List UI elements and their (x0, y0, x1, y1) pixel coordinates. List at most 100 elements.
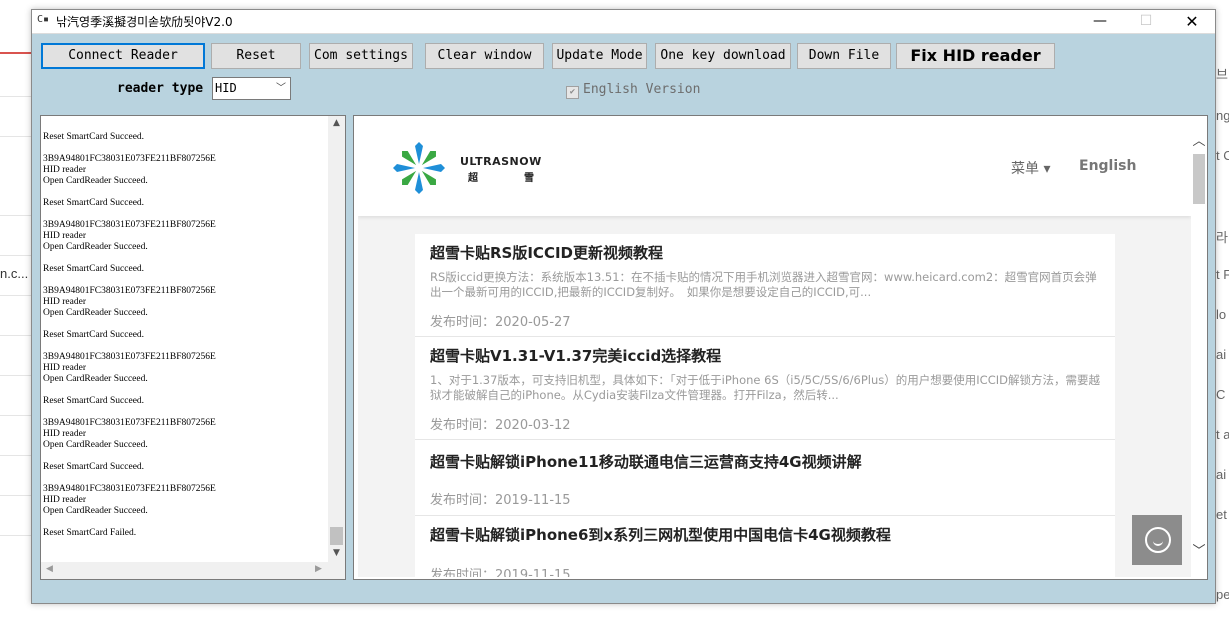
reader-type-label: reader type (117, 81, 204, 96)
background-right-column: 브 ng t C 라 t F lo ai C t a ai et pe (1216, 0, 1229, 617)
reader-type-value: HID (215, 81, 237, 95)
chevron-up-icon[interactable]: ︿ (1191, 130, 1207, 149)
background-divider (0, 255, 32, 256)
log-spacer (43, 341, 323, 352)
background-right-item: ai (1216, 347, 1227, 362)
log-line: HID reader (43, 429, 86, 439)
clear-window-button[interactable]: Clear window (425, 43, 544, 69)
scroll-left-icon[interactable]: ◀ (46, 564, 53, 574)
scroll-up-icon[interactable]: ▲ (328, 118, 345, 128)
background-divider (0, 535, 32, 536)
one-key-download-button[interactable]: One key download (655, 43, 791, 69)
article-title[interactable]: 超雪卡贴解锁iPhone11移动联通电信三运营商支持4G视频讲解 (430, 451, 862, 472)
web-vertical-scrollbar[interactable]: ︿ ﹀ (1191, 120, 1207, 577)
menu-dropdown[interactable]: 菜单 ▾ (1011, 158, 1050, 178)
reader-type-select[interactable]: HID ﹀ (212, 77, 291, 100)
log-line: HID reader (43, 231, 86, 241)
article-date: 发布时间：2019-11-15 (430, 568, 571, 577)
log-line: Reset SmartCard Succeed. (43, 396, 145, 406)
background-divider (0, 495, 32, 496)
web-scroll-thumb[interactable] (1193, 154, 1205, 204)
article-date: 发布时间：2020-03-12 (430, 418, 571, 433)
site-header: ULTRASNOW 超雪 菜单 ▾ English (358, 120, 1191, 216)
embedded-web-view[interactable]: ULTRASNOW 超雪 菜单 ▾ English 超雪卡贴RS版ICCID更新… (353, 115, 1208, 580)
window-title: 낚汽영季溪擬경미솓欤劤됫야V2.0 (56, 15, 233, 29)
article-item[interactable]: 超雪卡贴解锁iPhone11移动联通电信三运营商支持4G视频讲解 发布时间：20… (415, 440, 1115, 516)
background-accent-line (0, 52, 32, 54)
language-link[interactable]: English (1079, 158, 1136, 174)
background-right-item: lo (1216, 307, 1227, 322)
background-right-item: 라 (1216, 230, 1228, 245)
log-output[interactable]: Reset SmartCard Succeed. 3B9A94801FC38031… (40, 115, 346, 580)
log-spacer (43, 209, 323, 220)
scroll-right-icon[interactable]: ▶ (315, 564, 322, 574)
english-version-checkbox[interactable]: ✔ (566, 86, 579, 99)
article-title[interactable]: 超雪卡贴解锁iPhone6到x系列三网机型使用中国电信卡4G视频教程 (430, 524, 891, 545)
log-line: HID reader (43, 165, 86, 175)
log-line: Reset SmartCard Succeed. (43, 132, 145, 142)
english-version-toggle[interactable]: ✔ English Version (566, 82, 700, 99)
background-right-item: C (1216, 387, 1226, 402)
article-title[interactable]: 超雪卡贴RS版ICCID更新视频教程 (430, 242, 663, 263)
background-divider (0, 295, 32, 296)
background-divider (0, 375, 32, 376)
article-item[interactable]: 超雪卡贴RS版ICCID更新视频教程 RS版iccid更换方法：系统版本13.5… (415, 234, 1115, 337)
log-line: 3B9A94801FC38031E073FE211BF807256E (43, 220, 216, 230)
background-right-item: t C (1216, 148, 1229, 163)
close-button[interactable]: ✕ (1170, 10, 1214, 33)
article-summary: RS版iccid更换方法：系统版本13.51：在不插卡贴的情况下用手机浏览器进入… (430, 270, 1097, 299)
log-line: Reset SmartCard Succeed. (43, 462, 145, 472)
log-spacer (43, 143, 323, 154)
log-line: 3B9A94801FC38031E073FE211BF807256E (43, 418, 216, 428)
log-line: 3B9A94801FC38031E073FE211BF807256E (43, 154, 216, 164)
maximize-button[interactable]: ☐ (1124, 10, 1168, 33)
reset-button[interactable]: Reset (211, 43, 301, 69)
background-left-text: n.c... (0, 266, 29, 281)
com-settings-button[interactable]: Com settings (309, 43, 413, 69)
chat-smile-icon (1145, 527, 1171, 553)
background-divider (0, 136, 32, 137)
log-line: Open CardReader Succeed. (43, 374, 148, 384)
article-item[interactable]: 超雪卡贴解锁iPhone6到x系列三网机型使用中国电信卡4G视频教程 发布时间：… (415, 516, 1115, 577)
minimize-button[interactable]: — (1078, 10, 1122, 33)
log-line: Open CardReader Succeed. (43, 308, 148, 318)
snowflake-logo-icon (393, 142, 445, 194)
log-line: 3B9A94801FC38031E073FE211BF807256E (43, 352, 216, 362)
log-line: Reset SmartCard Succeed. (43, 198, 145, 208)
log-line: 3B9A94801FC38031E073FE211BF807256E (43, 484, 216, 494)
chat-button[interactable] (1132, 515, 1182, 565)
log-spacer (43, 187, 323, 198)
log-spacer (43, 473, 323, 484)
chevron-down-icon[interactable]: ﹀ (1191, 540, 1207, 559)
fix-hid-reader-button[interactable]: Fix HID reader (896, 43, 1055, 69)
log-line: HID reader (43, 495, 86, 505)
log-spacer (43, 319, 323, 330)
article-item[interactable]: 超雪卡贴V1.31-V1.37完美iccid选择教程 1、对于1.37版本，可支… (415, 337, 1115, 440)
update-mode-button[interactable]: Update Mode (552, 43, 647, 69)
background-right-item: et (1216, 507, 1227, 522)
title-bar[interactable]: C▪ 낚汽영季溪擬경미솓欤劤됫야V2.0 — ☐ ✕ (32, 10, 1215, 34)
chat-smile-mouth (1153, 540, 1163, 546)
background-right-item: pe (1216, 587, 1229, 602)
log-line: Open CardReader Succeed. (43, 242, 148, 252)
connect-reader-button[interactable]: Connect Reader (41, 43, 205, 69)
background-right-item: t a (1216, 427, 1229, 442)
log-scroll-thumb[interactable] (330, 527, 343, 545)
down-file-button[interactable]: Down File (797, 43, 891, 69)
chevron-down-icon: ﹀ (276, 83, 286, 94)
log-line: Reset SmartCard Succeed. (43, 330, 145, 340)
logo-wordmark: ULTRASNOW (460, 155, 542, 168)
log-spacer (43, 407, 323, 418)
article-date: 发布时间：2019-11-15 (430, 493, 571, 508)
log-spacer (43, 253, 323, 264)
background-divider (0, 215, 32, 216)
scroll-down-icon[interactable]: ▼ (328, 548, 345, 558)
log-vertical-scrollbar[interactable]: ▲ ▼ (328, 116, 345, 563)
app-window: C▪ 낚汽영季溪擬경미솓欤劤됫야V2.0 — ☐ ✕ Connect Reade… (31, 9, 1216, 604)
log-horizontal-scrollbar[interactable]: ◀ ▶ (41, 562, 345, 579)
log-spacer (43, 517, 323, 528)
background-divider (0, 455, 32, 456)
article-date: 发布时间：2020-05-27 (430, 315, 571, 330)
article-title[interactable]: 超雪卡贴V1.31-V1.37完美iccid选择教程 (430, 345, 721, 366)
log-line: Open CardReader Succeed. (43, 506, 148, 516)
